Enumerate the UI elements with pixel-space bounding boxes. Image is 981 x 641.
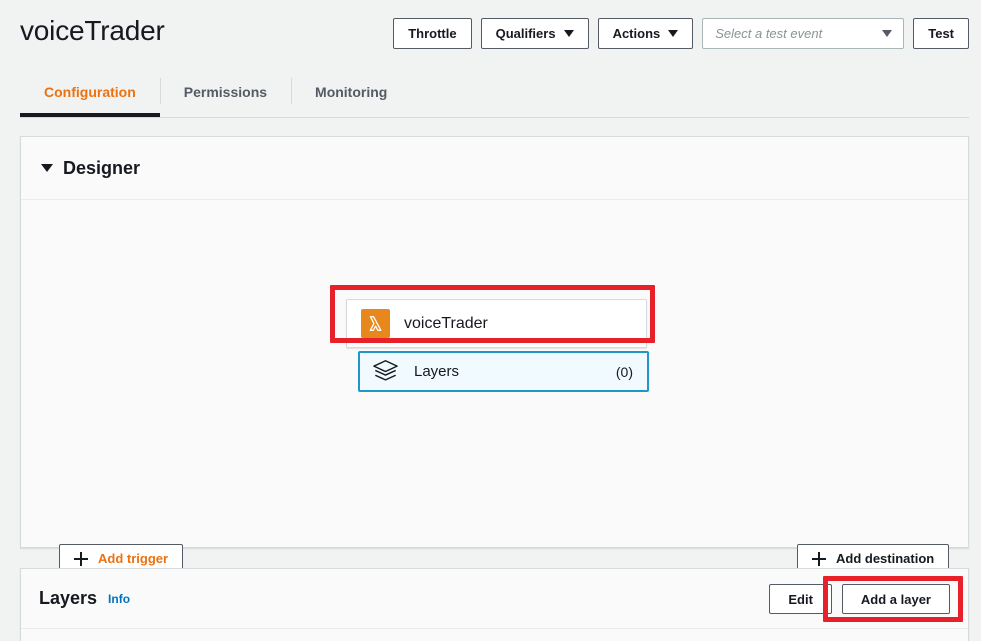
tab-configuration-label: Configuration xyxy=(44,83,136,100)
chevron-down-icon xyxy=(668,30,679,37)
layers-stack-icon xyxy=(372,359,402,384)
add-a-layer-button-label: Add a layer xyxy=(860,591,931,607)
lambda-icon xyxy=(361,309,390,338)
designer-layers-node-label: Layers xyxy=(414,363,460,380)
function-card-name: voiceTrader xyxy=(404,314,488,332)
designer-panel: Designer voiceTrader Layers (0) Add trig… xyxy=(20,136,969,573)
tab-permissions[interactable]: Permissions xyxy=(159,66,291,117)
layers-panel-title: Layers xyxy=(39,588,98,608)
layers-panel: Layers Info Edit Add a layer xyxy=(20,568,969,641)
throttle-button[interactable]: Throttle xyxy=(393,18,472,49)
chevron-down-icon[interactable] xyxy=(41,164,53,172)
page-title: voiceTrader xyxy=(20,15,165,46)
add-a-layer-button[interactable]: Add a layer xyxy=(841,584,950,614)
test-event-select-placeholder: Select a test event xyxy=(715,26,823,41)
test-button[interactable]: Test xyxy=(913,18,969,49)
plus-icon xyxy=(812,551,826,566)
chevron-down-icon xyxy=(563,30,574,37)
test-button-label: Test xyxy=(928,26,954,41)
add-trigger-button-label: Add trigger xyxy=(98,551,169,566)
edit-button-label: Edit xyxy=(788,591,813,607)
designer-layers-node-count: (0) xyxy=(615,363,633,380)
function-card[interactable]: voiceTrader xyxy=(346,299,647,348)
tab-configuration[interactable]: Configuration xyxy=(20,66,160,117)
page-header: voiceTrader Throttle Qualifiers Actions … xyxy=(0,0,981,66)
actions-button[interactable]: Actions xyxy=(597,18,694,49)
lambda-console-page: voiceTrader Throttle Qualifiers Actions … xyxy=(0,0,981,641)
tab-bar-divider xyxy=(20,117,969,118)
edit-button[interactable]: Edit xyxy=(769,584,832,614)
plus-icon xyxy=(74,551,88,566)
test-event-select[interactable]: Select a test event xyxy=(702,18,905,49)
designer-panel-header: Designer xyxy=(21,137,968,200)
tab-monitoring-label: Monitoring xyxy=(315,83,388,100)
tab-bar: Configuration Permissions Monitoring xyxy=(0,66,981,118)
actions-button-label: Actions xyxy=(612,26,661,41)
layers-panel-actions: Edit Add a layer xyxy=(769,584,950,614)
tab-permissions-label: Permissions xyxy=(183,83,268,100)
add-destination-button-label: Add destination xyxy=(836,551,935,566)
designer-layers-node[interactable]: Layers (0) xyxy=(358,351,649,392)
function-card-row: voiceTrader xyxy=(347,300,646,347)
chevron-down-icon xyxy=(882,30,893,37)
tab-monitoring[interactable]: Monitoring xyxy=(291,66,411,117)
qualifiers-button[interactable]: Qualifiers xyxy=(480,18,589,49)
layers-panel-header: Layers Info Edit Add a layer xyxy=(21,569,968,629)
designer-canvas: voiceTrader Layers (0) Add trigger Add d… xyxy=(21,200,968,573)
layers-info-link[interactable]: Info xyxy=(108,592,130,606)
designer-panel-title: Designer xyxy=(63,157,141,178)
throttle-button-label: Throttle xyxy=(408,26,457,41)
header-actions: Throttle Qualifiers Actions Select a tes… xyxy=(393,18,969,49)
qualifiers-button-label: Qualifiers xyxy=(495,26,556,41)
